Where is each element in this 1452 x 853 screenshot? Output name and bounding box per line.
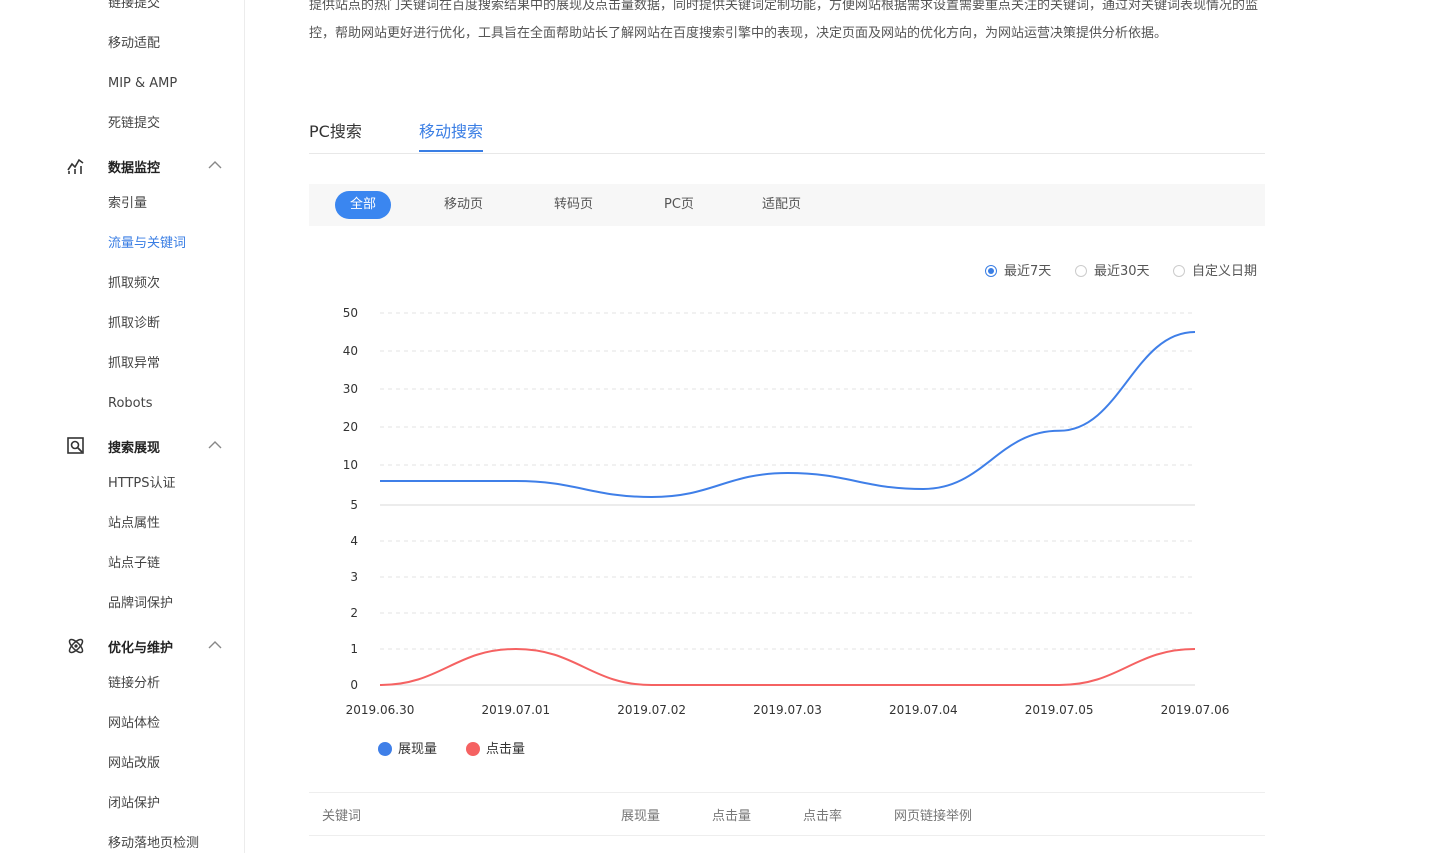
column-header-clicks[interactable]: 点击量 xyxy=(712,805,751,824)
series-line-clicks xyxy=(379,647,1196,687)
sidebar-group-search-display[interactable]: 搜索展现 xyxy=(0,434,244,458)
sidebar-group-label: 优化与维护 xyxy=(108,641,174,656)
sidebar-item-site-closure[interactable]: 闭站保护 xyxy=(108,795,160,813)
chevron-up-icon[interactable] xyxy=(207,440,223,450)
chevron-up-icon[interactable] xyxy=(207,640,223,650)
page-type-filter: 全部 移动页 转码页 PC页 适配页 xyxy=(309,184,1265,226)
radio-dot-icon xyxy=(1173,265,1185,277)
filter-pc-page[interactable]: PC页 xyxy=(664,191,694,219)
sidebar-group-optimize[interactable]: 优化与维护 xyxy=(0,634,244,658)
x-tick-label: 2019.07.04 xyxy=(889,703,958,717)
column-header-impressions[interactable]: 展现量 xyxy=(621,805,660,824)
y-tick-label: 40 xyxy=(343,344,358,358)
sidebar-item-traffic-keywords[interactable]: 流量与关键词 xyxy=(108,235,186,253)
x-tick-label: 2019.07.06 xyxy=(1161,703,1230,717)
chevron-up-icon[interactable] xyxy=(207,160,223,170)
legend-label: 展现量 xyxy=(398,742,438,757)
y-tick-label: 3 xyxy=(350,570,358,584)
keyword-table-header: 关键词 展现量 点击量 点击率 网页链接举例 xyxy=(309,792,1265,836)
column-header-ctr[interactable]: 点击率 xyxy=(803,805,842,824)
y-tick-label: 4 xyxy=(350,534,358,548)
sidebar-item-crawl-errors[interactable]: 抓取异常 xyxy=(108,355,160,373)
sidebar-item-site-sublinks[interactable]: 站点子链 xyxy=(108,555,160,573)
chart-icon xyxy=(67,158,84,174)
x-tick-label: 2019.07.03 xyxy=(753,703,822,717)
x-tick-label: 2019.06.30 xyxy=(346,703,415,717)
tab-mobile-search[interactable]: 移动搜索 xyxy=(419,118,484,152)
radio-custom-date[interactable]: 自定义日期 xyxy=(1173,260,1257,279)
sidebar-item-deadlink-submit[interactable]: 死链提交 xyxy=(108,115,160,133)
filter-mobile-page[interactable]: 移动页 xyxy=(444,191,483,219)
sidebar-group-data-monitor[interactable]: 数据监控 xyxy=(0,154,244,178)
sidebar-item-mobile-landing-check[interactable]: 移动落地页检测 xyxy=(108,835,199,853)
sidebar-item-crawl-diagnosis[interactable]: 抓取诊断 xyxy=(108,315,160,333)
sidebar-item-https[interactable]: HTTPS认证 xyxy=(108,475,176,493)
series-line-impressions xyxy=(380,331,1196,499)
y-tick-label: 20 xyxy=(343,420,358,434)
sidebar-item-index-volume[interactable]: 索引量 xyxy=(108,195,147,213)
radio-last-30-days[interactable]: 最近30天 xyxy=(1075,260,1150,279)
radio-dot-icon xyxy=(985,265,997,277)
sidebar: 链接提交 移动适配 MIP & AMP 死链提交 数据监控 索引量 流量与关键词… xyxy=(0,0,245,853)
sidebar-item-mobile-adapt[interactable]: 移动适配 xyxy=(108,35,160,53)
sidebar-item-robots[interactable]: Robots xyxy=(108,395,152,413)
radio-dot-icon xyxy=(1075,265,1087,277)
radio-label: 自定义日期 xyxy=(1192,264,1258,279)
column-header-keyword[interactable]: 关键词 xyxy=(322,805,361,824)
y-tick-label: 1 xyxy=(350,642,358,656)
search-display-icon xyxy=(67,437,84,454)
x-tick-label: 2019.07.02 xyxy=(617,703,686,717)
filter-adapted-page[interactable]: 适配页 xyxy=(762,191,801,219)
sidebar-item-site-checkup[interactable]: 网站体检 xyxy=(108,715,160,733)
column-header-example-url: 网页链接举例 xyxy=(894,809,973,824)
tab-pc-search[interactable]: PC搜索 xyxy=(309,118,362,150)
radio-label: 最近30天 xyxy=(1094,264,1150,279)
filter-all[interactable]: 全部 xyxy=(335,191,391,219)
legend-swatch xyxy=(378,742,392,756)
y-tick-label: 50 xyxy=(343,306,358,320)
sidebar-item-site-attributes[interactable]: 站点属性 xyxy=(108,515,160,533)
y-tick-label: 30 xyxy=(343,382,358,396)
radio-label: 最近7天 xyxy=(1004,264,1052,279)
filter-transcoded-page[interactable]: 转码页 xyxy=(554,191,593,219)
y-tick-label: 5 xyxy=(350,498,358,512)
y-tick-label: 0 xyxy=(350,678,358,692)
tool-description: 提供站点的热门关键词在百度搜索结果中的展现及点击量数据，同时提供关键词定制功能，… xyxy=(309,0,1259,41)
sidebar-item-site-revision[interactable]: 网站改版 xyxy=(108,755,160,773)
legend-swatch xyxy=(466,742,480,756)
x-tick-label: 2019.07.01 xyxy=(481,703,550,717)
y-tick-label: 10 xyxy=(343,458,358,472)
sidebar-item-link-analysis[interactable]: 链接分析 xyxy=(108,675,160,693)
search-type-tabs: PC搜索 移动搜索 xyxy=(309,108,1265,154)
sidebar-item-mip-amp[interactable]: MIP & AMP xyxy=(108,75,177,93)
x-tick-label: 2019.07.05 xyxy=(1025,703,1094,717)
legend-clicks[interactable]: 点击量 xyxy=(466,738,525,757)
sidebar-item-link-submit[interactable]: 链接提交 xyxy=(108,0,160,13)
radio-last-7-days[interactable]: 最近7天 xyxy=(985,260,1051,279)
sidebar-item-brand-protection[interactable]: 品牌词保护 xyxy=(108,595,173,613)
date-range-selector: 最近7天 最近30天 自定义日期 xyxy=(985,260,1265,280)
sidebar-item-crawl-frequency[interactable]: 抓取频次 xyxy=(108,275,160,293)
sidebar-group-label: 数据监控 xyxy=(108,161,161,176)
sidebar-group-label: 搜索展现 xyxy=(108,441,161,456)
y-tick-label: 2 xyxy=(350,606,358,620)
legend-label: 点击量 xyxy=(486,742,526,757)
legend-impressions[interactable]: 展现量 xyxy=(378,738,437,757)
atom-icon xyxy=(68,638,84,654)
